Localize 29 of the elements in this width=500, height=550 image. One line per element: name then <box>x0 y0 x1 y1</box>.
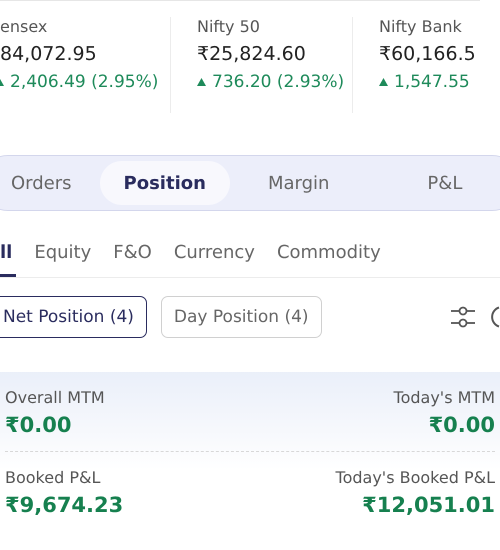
summary-value: ₹0.00 <box>428 413 495 437</box>
index-value: ₹60,166.5 <box>379 43 477 65</box>
summary-value: ₹12,051.01 <box>362 493 495 517</box>
summary-label: Today's Booked P&L <box>336 468 495 487</box>
category-tab[interactable]: Commodity <box>272 231 385 277</box>
index-value: ₹25,824.60 <box>197 43 307 65</box>
summary-value: ₹0.00 <box>5 413 72 437</box>
segment-tab[interactable]: Orders <box>0 161 96 205</box>
index-value: 84,072.95 <box>0 43 98 65</box>
index-change: 736.20 (2.93%) <box>212 72 344 92</box>
index-name: Nifty 50 <box>197 17 261 36</box>
segment-tab[interactable]: Margin <box>244 161 354 205</box>
index-name: Nifty Bank <box>379 17 463 36</box>
segment-tab[interactable]: Position <box>100 161 230 205</box>
category-tab[interactable]: Currency <box>170 231 259 277</box>
filter-icon[interactable] <box>450 305 476 329</box>
index-change: 2,406.49 (2.95%) <box>10 72 158 92</box>
summary-label: Today's MTM <box>394 388 495 407</box>
segment-tab[interactable]: P&L <box>403 161 486 205</box>
category-tab[interactable]: ll <box>0 231 16 277</box>
summary-label: Overall MTM <box>5 388 105 407</box>
summary-value: ₹9,674.23 <box>5 493 124 517</box>
index-change: 1,547.55 <box>394 72 470 92</box>
category-tab[interactable]: Equity <box>30 231 96 277</box>
category-tab[interactable]: F&O <box>109 231 156 277</box>
index-name: ensex <box>0 17 48 36</box>
filter-chip[interactable]: Day Position (4) <box>160 296 322 338</box>
summary-label: Booked P&L <box>5 468 102 487</box>
filter-chip[interactable]: Net Position (4) <box>0 296 147 338</box>
